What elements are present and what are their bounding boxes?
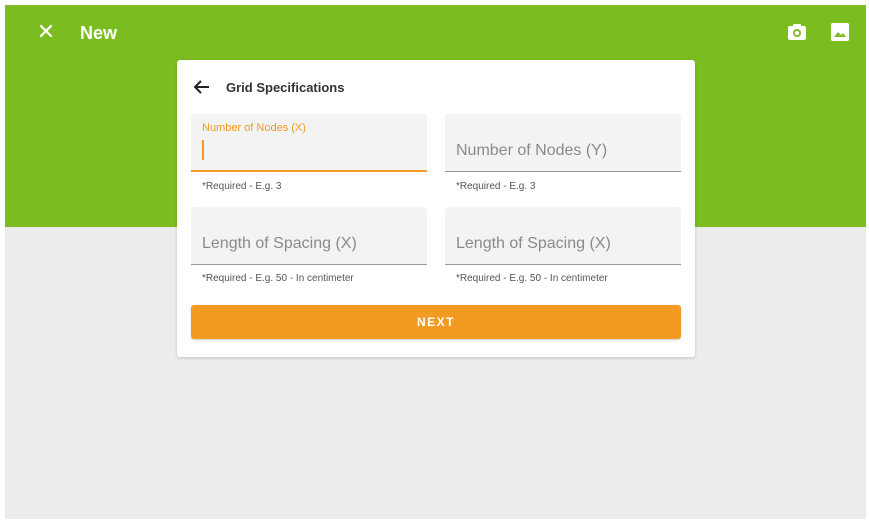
- app-window: ✕ New Grid Specifications Number of Node…: [5, 5, 866, 519]
- helper-text: *Required - E.g. 3: [202, 181, 282, 192]
- text-caret: [202, 140, 204, 160]
- length-of-spacing-y-input[interactable]: Length of Spacing (X): [445, 207, 681, 265]
- number-of-nodes-x-input[interactable]: Number of Nodes (X): [191, 114, 427, 172]
- field-label: Number of Nodes (X): [202, 122, 306, 134]
- card-title: Grid Specifications: [226, 79, 345, 95]
- close-icon[interactable]: ✕: [35, 21, 57, 43]
- helper-text: *Required - E.g. 50 - In centimeter: [202, 273, 354, 284]
- next-button[interactable]: NEXT: [191, 305, 681, 339]
- helper-text: *Required - E.g. 50 - In centimeter: [456, 273, 608, 284]
- image-icon[interactable]: [830, 22, 850, 42]
- field-placeholder: Length of Spacing (X): [202, 235, 357, 252]
- length-of-spacing-x-input[interactable]: Length of Spacing (X): [191, 207, 427, 265]
- grid-specifications-card: Grid Specifications Number of Nodes (X) …: [177, 60, 695, 357]
- number-of-nodes-y-input[interactable]: Number of Nodes (Y): [445, 114, 681, 172]
- field-placeholder: Length of Spacing (X): [456, 235, 611, 252]
- helper-text: *Required - E.g. 3: [456, 181, 536, 192]
- camera-icon[interactable]: [787, 22, 807, 42]
- page-title: New: [80, 23, 118, 43]
- back-arrow-icon[interactable]: [193, 78, 211, 96]
- field-placeholder: Number of Nodes (Y): [456, 142, 608, 159]
- card-header: Grid Specifications: [193, 76, 344, 98]
